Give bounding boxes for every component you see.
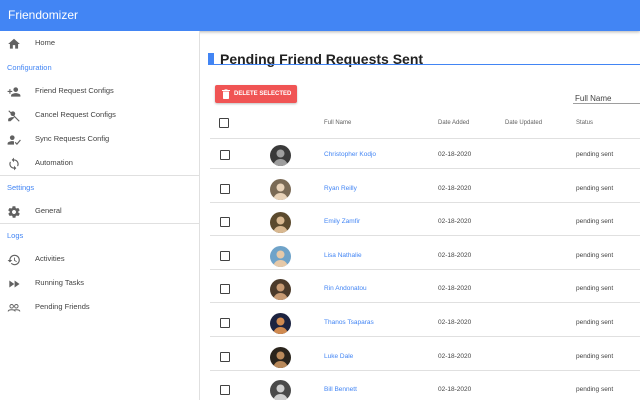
row-checkbox[interactable] xyxy=(220,351,230,362)
sidebar-divider xyxy=(0,223,200,224)
row-full-name[interactable]: Christopher Kodjo xyxy=(324,151,376,158)
row-date-added: 02-18-2020 xyxy=(438,319,472,326)
row-date-added: 02-18-2020 xyxy=(438,218,472,226)
row-full-name[interactable]: Luke Dale xyxy=(324,353,353,360)
row-checkbox[interactable] xyxy=(220,217,230,228)
row-divider xyxy=(210,168,640,169)
row-divider xyxy=(210,268,640,270)
avatar xyxy=(270,279,291,301)
people-icon xyxy=(7,301,21,315)
sidebar-item-label: Running Tasks xyxy=(35,278,85,287)
select-all-checkbox[interactable] xyxy=(219,118,229,128)
sidebar-item-home[interactable]: Home xyxy=(0,32,200,56)
row-full-name[interactable]: Emily Zamfir xyxy=(324,218,360,225)
row-divider xyxy=(210,336,640,337)
row-checkbox[interactable] xyxy=(220,284,230,295)
delete-selected-button[interactable]: DELETE SELECTED xyxy=(215,85,297,103)
person-add-icon xyxy=(7,85,21,99)
heading-underline xyxy=(208,64,640,65)
home-icon xyxy=(7,37,21,51)
main-content: Pending Friend Requests Sent DELETE SELE… xyxy=(200,31,640,400)
sidebar-item-automation[interactable]: Automation xyxy=(0,152,200,176)
row-checkbox[interactable] xyxy=(220,183,230,194)
row-divider xyxy=(210,201,640,203)
sync-icon xyxy=(7,157,21,171)
column-header-date-updated[interactable]: Date Updated xyxy=(505,120,542,126)
sidebar-item-label: Cancel Request Configs xyxy=(35,110,116,119)
row-date-added: 02-18-2020 xyxy=(438,184,472,192)
avatar xyxy=(270,212,291,234)
person-cancel-icon xyxy=(7,109,21,123)
sidebar-item-label: Pending Friends xyxy=(35,302,90,311)
avatar xyxy=(270,245,291,267)
sidebar: Home Configuration Friend Request Config… xyxy=(0,31,200,400)
avatar xyxy=(270,178,291,200)
row-divider xyxy=(210,302,640,304)
column-header-full-name[interactable]: Full Name xyxy=(324,120,351,126)
avatar xyxy=(270,380,291,400)
avatar xyxy=(270,313,291,334)
sidebar-item-label: Sync Requests Config xyxy=(35,134,110,143)
sidebar-item-label: Automation xyxy=(35,158,73,167)
sidebar-item-label: Friend Request Configs xyxy=(35,86,114,95)
column-header-status[interactable]: Status xyxy=(576,120,593,126)
row-checkbox[interactable] xyxy=(220,318,230,328)
row-status: pending sent xyxy=(576,151,614,158)
full-name-filter-input[interactable] xyxy=(573,91,640,106)
sidebar-item-label: Activities xyxy=(35,254,65,263)
row-full-name[interactable]: Ryan Reilly xyxy=(324,185,357,192)
row-date-added: 02-18-2020 xyxy=(438,352,472,360)
sidebar-item-pending-friends[interactable]: Pending Friends xyxy=(0,296,200,320)
row-full-name[interactable]: Lisa Nathalie xyxy=(324,252,362,259)
person-sync-icon xyxy=(7,133,21,147)
avatar xyxy=(270,346,291,368)
sidebar-item-general[interactable]: General xyxy=(0,200,200,224)
sidebar-item-label: Home xyxy=(35,38,56,47)
row-checkbox[interactable] xyxy=(220,250,230,261)
row-checkbox[interactable] xyxy=(220,150,230,160)
gear-icon xyxy=(7,205,21,219)
header-divider xyxy=(210,138,640,139)
sidebar-item-cancel-request-configs[interactable]: Cancel Request Configs xyxy=(0,104,200,128)
app-bar: Friendomizer xyxy=(0,0,640,31)
row-divider xyxy=(210,235,640,237)
avatar xyxy=(270,145,291,166)
row-status: pending sent xyxy=(576,386,614,394)
row-status: pending sent xyxy=(576,184,614,192)
delete-selected-label: DELETE SELECTED xyxy=(234,91,292,97)
section-logs: Logs xyxy=(7,231,24,240)
row-divider xyxy=(210,369,640,371)
row-full-name[interactable]: Bill Bennett xyxy=(324,386,357,393)
trash-icon xyxy=(222,89,230,99)
column-header-date-added[interactable]: Date Added xyxy=(438,120,469,126)
sidebar-item-activities[interactable]: Activities xyxy=(0,248,200,272)
history-icon xyxy=(7,253,21,267)
row-full-name[interactable]: Rin Andonatou xyxy=(324,285,367,292)
row-status: pending sent xyxy=(576,285,614,293)
sidebar-item-running-tasks[interactable]: Running Tasks xyxy=(0,272,200,296)
full-name-filter xyxy=(573,88,640,106)
sidebar-item-label: General xyxy=(35,206,62,215)
sidebar-divider xyxy=(0,175,200,176)
sidebar-item-friend-request-configs[interactable]: Friend Request Configs xyxy=(0,80,200,104)
row-full-name[interactable]: Thanos Tsaparas xyxy=(324,319,374,326)
row-status: pending sent xyxy=(576,319,614,326)
sidebar-item-sync-requests-config[interactable]: Sync Requests Config xyxy=(0,128,200,152)
section-settings: Settings xyxy=(7,183,35,192)
row-status: pending sent xyxy=(576,251,614,259)
row-date-added: 02-18-2020 xyxy=(438,285,472,293)
section-configuration: Configuration xyxy=(7,63,52,72)
row-date-added: 02-18-2020 xyxy=(438,386,472,394)
row-status: pending sent xyxy=(576,218,614,226)
row-status: pending sent xyxy=(576,352,614,360)
fast-forward-icon xyxy=(7,277,21,291)
app-title: Friendomizer xyxy=(8,8,79,22)
row-checkbox[interactable] xyxy=(220,385,230,396)
row-date-added: 02-18-2020 xyxy=(438,151,472,158)
row-date-added: 02-18-2020 xyxy=(438,251,472,259)
